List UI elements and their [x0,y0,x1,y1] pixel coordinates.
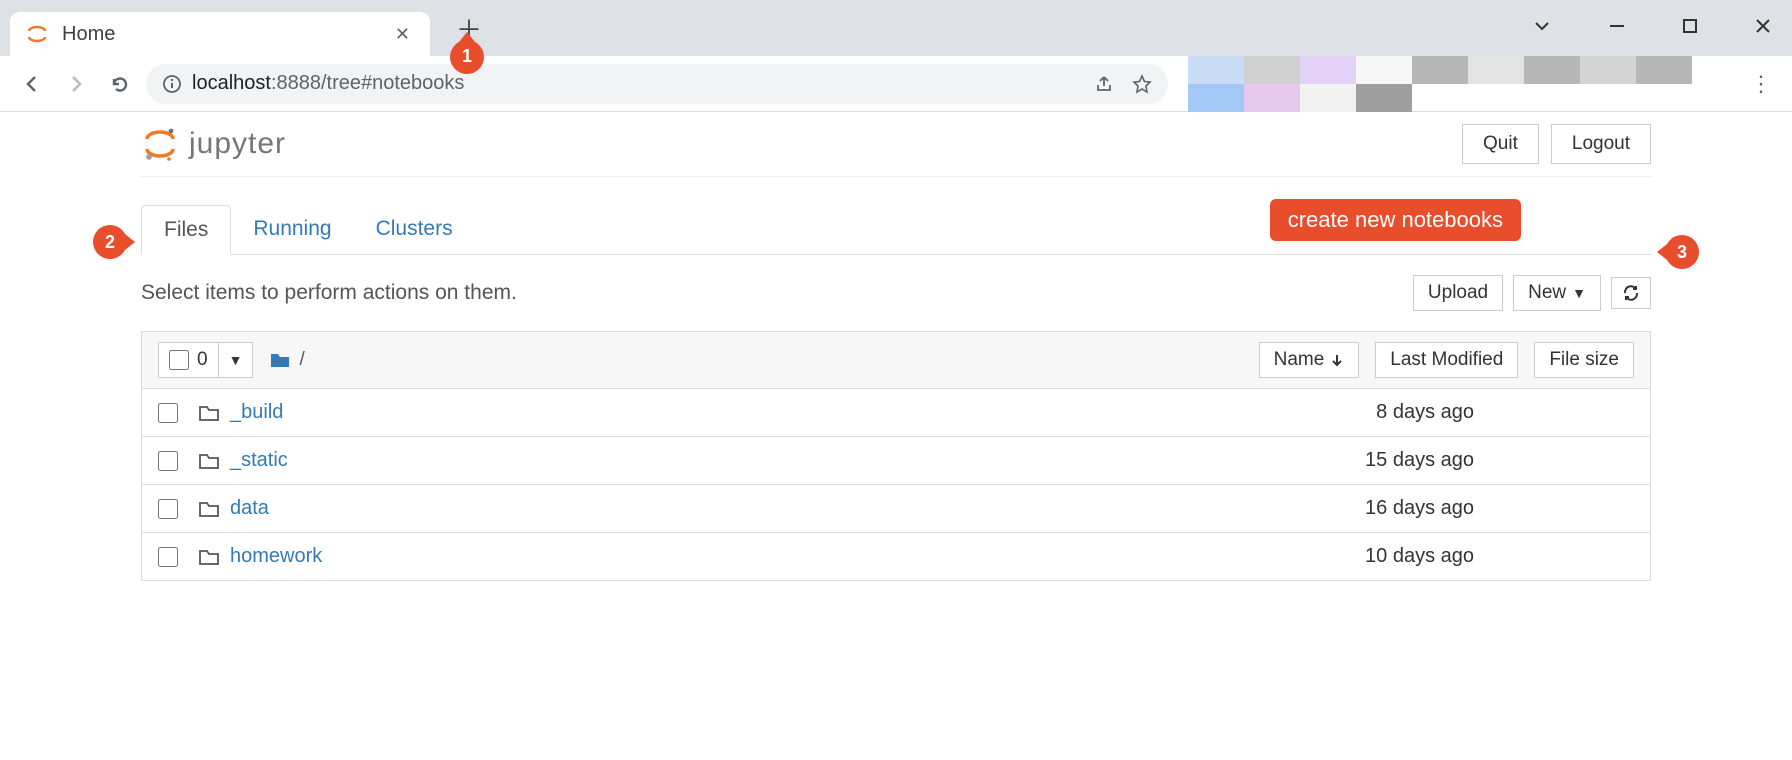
file-checkbox[interactable] [158,499,178,519]
file-name: homework [230,545,322,568]
window-close-icon[interactable] [1746,13,1780,39]
refresh-button[interactable] [1611,277,1651,309]
file-row: data 16 days ago [141,485,1651,533]
folder-outline-icon [198,402,220,424]
tab-running[interactable]: Running [231,205,353,254]
extension-block[interactable] [1300,84,1356,112]
forward-button[interactable] [58,66,94,102]
file-row: homework 10 days ago [141,533,1651,581]
new-tab-button[interactable]: ＋ 1 [448,4,490,53]
extension-block[interactable] [1468,56,1524,84]
breadcrumb[interactable]: / [269,349,304,371]
file-row: _build 8 days ago [141,389,1651,437]
tab-clusters[interactable]: Clusters [354,205,475,254]
browser-tab[interactable]: Home ✕ [10,12,430,56]
sort-size-button[interactable]: File size [1534,342,1634,378]
file-row: _static 15 days ago [141,437,1651,485]
folder-icon [269,349,291,371]
tab-files[interactable]: Files [141,205,231,255]
annotation-1: 1 [450,40,484,74]
sort-modified-button[interactable]: Last Modified [1375,342,1518,378]
extension-block[interactable] [1356,56,1412,84]
window-maximize-icon[interactable] [1674,14,1706,38]
select-count: 0 [197,349,208,371]
back-button[interactable] [14,66,50,102]
folder-outline-icon [198,498,220,520]
select-all-checkbox[interactable] [169,350,189,370]
extension-block[interactable] [1188,56,1244,84]
window-dropdown-icon[interactable] [1524,12,1560,40]
file-link[interactable]: homework [198,545,322,568]
site-info-icon[interactable] [162,74,182,94]
file-modified: 10 days ago [1365,545,1474,568]
url-text: localhost:8888/tree#notebooks [192,72,1084,95]
jupyter-actions: Select items to perform actions on them.… [141,255,1651,331]
sort-name-button[interactable]: Name [1259,342,1360,378]
window-controls [1524,12,1780,40]
jupyter-logo-text: jupyter [189,127,286,161]
file-name: _build [230,401,283,424]
file-modified: 15 days ago [1365,449,1474,472]
annotation-2: 2 [93,225,127,259]
file-name: _static [230,449,288,472]
file-modified: 16 days ago [1365,497,1474,520]
bookmark-star-icon[interactable] [1132,74,1152,94]
extension-block[interactable] [1244,84,1300,112]
annotation-label-new: create new notebooks [1270,199,1521,241]
file-checkbox[interactable] [158,451,178,471]
jupyter-logo-icon [141,125,179,163]
help-text: Select items to perform actions on them. [141,281,517,305]
extension-block[interactable] [1300,56,1356,84]
address-bar[interactable]: localhost:8888/tree#notebooks [146,64,1168,104]
share-icon[interactable] [1094,74,1114,94]
file-link[interactable]: _build [198,401,283,424]
tab-close-icon[interactable]: ✕ [391,20,414,49]
extension-block[interactable] [1244,56,1300,84]
folder-outline-icon [198,546,220,568]
new-dropdown-button[interactable]: New ▼ [1513,275,1601,311]
jupyter-header: jupyter Quit Logout [141,112,1651,177]
select-all-dropdown[interactable]: 0 ▼ [158,342,253,378]
file-modified: 8 days ago [1376,401,1474,424]
quit-button[interactable]: Quit [1462,124,1539,164]
logout-button[interactable]: Logout [1551,124,1651,164]
caret-down-icon: ▼ [1572,285,1586,301]
file-checkbox[interactable] [158,403,178,423]
sort-arrow-down-icon [1330,353,1344,367]
browser-tabstrip: Home ✕ ＋ 1 [0,0,1792,56]
extension-block[interactable] [1524,56,1580,84]
file-link[interactable]: data [198,497,269,520]
select-caret-icon[interactable]: ▼ [218,343,253,377]
new-label: New [1528,282,1566,304]
annotation-3: 3 [1665,235,1699,269]
jupyter-logo[interactable]: jupyter [141,125,286,163]
browser-toolbar: localhost:8888/tree#notebooks ⋮ [0,56,1792,112]
extension-block[interactable] [1356,84,1412,112]
extension-block[interactable] [1636,56,1692,84]
extension-block[interactable] [1580,56,1636,84]
file-name: data [230,497,269,520]
tab-favicon [26,23,48,45]
file-checkbox[interactable] [158,547,178,567]
file-list-header: 0 ▼ / Name Last Modified File size [141,331,1651,389]
extensions-area [1188,56,1728,112]
browser-menu-icon[interactable]: ⋮ [1744,65,1778,103]
extension-block[interactable] [1412,56,1468,84]
breadcrumb-root: / [299,349,304,371]
reload-button[interactable] [102,66,138,102]
file-list: _build 8 days ago _static 15 days ago da… [141,389,1651,581]
folder-outline-icon [198,450,220,472]
extension-block[interactable] [1188,84,1244,112]
tab-title: Home [62,23,391,46]
window-minimize-icon[interactable] [1600,13,1634,39]
upload-button[interactable]: Upload [1413,275,1503,311]
file-link[interactable]: _static [198,449,288,472]
jupyter-tabs: Files Running Clusters 2 create new note… [141,205,1651,255]
